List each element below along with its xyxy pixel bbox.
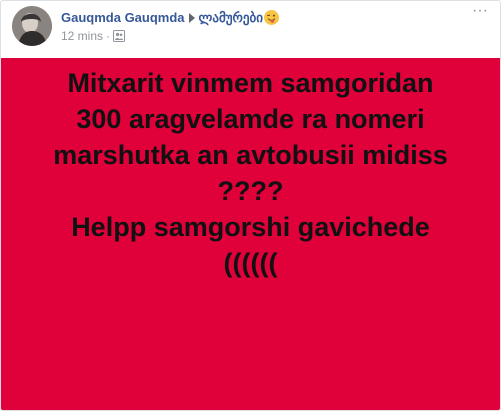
author-avatar[interactable] [12, 6, 52, 46]
post-header: Gauqmda Gauqmda ლამურები 12 mins · ··· [1, 1, 500, 58]
group-audience-icon[interactable] [113, 30, 126, 45]
shared-to-arrow-icon [188, 13, 195, 23]
post-card: Gauqmda Gauqmda ლამურები 12 mins · ··· Mit… [0, 0, 501, 411]
post-text-line: 300 aragvelamde ra nomeri [76, 104, 425, 134]
post-timestamp[interactable]: 12 mins [61, 29, 103, 43]
author-name-link[interactable]: Gauqmda Gauqmda [61, 10, 185, 25]
post-text-line: Mitxarit vinmem samgoridan [67, 68, 434, 98]
post-text-line: ???? [217, 176, 284, 206]
meta-separator: · [106, 29, 111, 43]
post-text-line: Helpp samgorshi gavichede [71, 212, 430, 242]
post-text-line: (((((( [223, 248, 278, 278]
avatar-photo-icon [12, 6, 52, 46]
group-name-link[interactable]: ლამურები [199, 10, 263, 25]
post-title-line: Gauqmda Gauqmda ლამურები [61, 10, 279, 26]
more-options-icon[interactable]: ··· [470, 3, 490, 22]
post-text-line: marshutka an avtobusii midiss [53, 140, 448, 170]
post-text: Mitxarit vinmem samgoridan 300 aragvelam… [1, 65, 500, 281]
winking-tongue-face-emoji-icon [263, 10, 279, 25]
post-meta: 12 mins · [61, 29, 126, 45]
